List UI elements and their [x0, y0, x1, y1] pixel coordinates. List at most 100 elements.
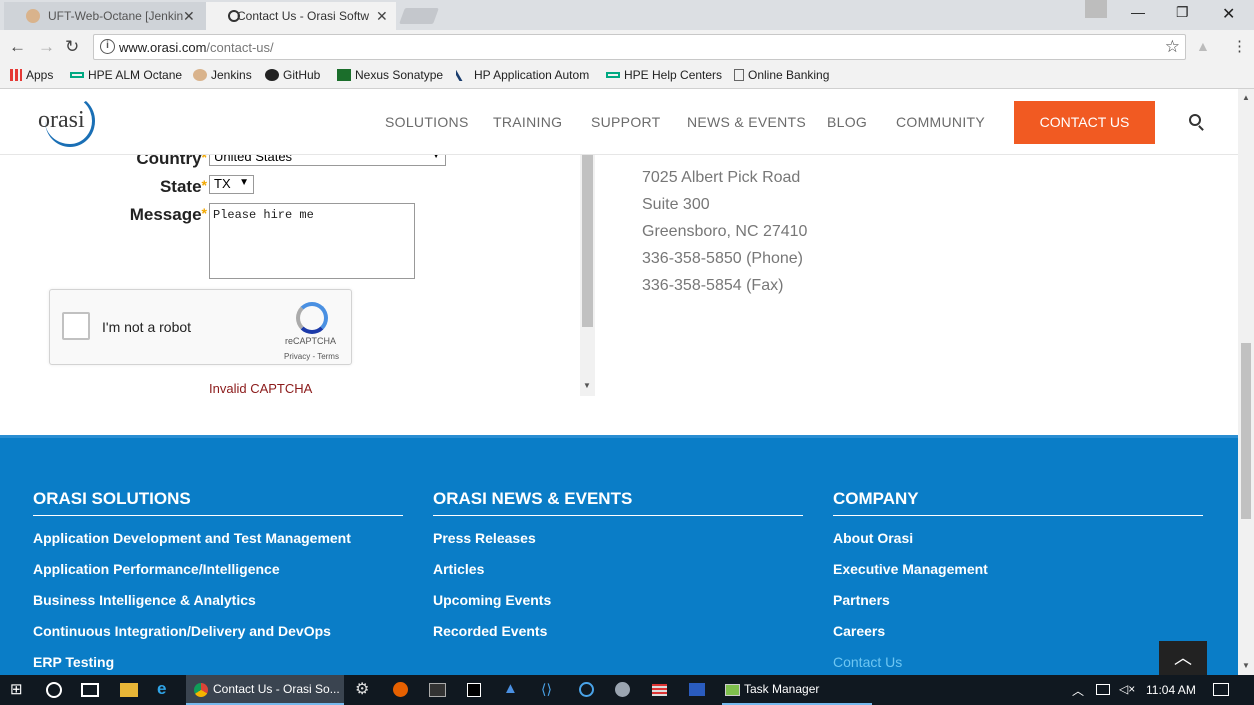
footer-news-heading: ORASI NEWS & EVENTS	[433, 489, 803, 516]
address-bar[interactable]: i www.orasi.com/contact-us/ ☆	[93, 34, 1186, 60]
footer-link[interactable]: Recorded Events	[433, 623, 547, 639]
file-explorer-icon[interactable]	[120, 683, 138, 697]
cmd-icon[interactable]	[429, 683, 446, 697]
page-scroll-thumb[interactable]	[1241, 343, 1251, 519]
footer-link[interactable]: Executive Management	[833, 561, 988, 577]
drive-icon[interactable]: ▲	[1196, 38, 1210, 54]
windows-start-icon[interactable]: ⊞	[10, 680, 28, 698]
scroll-up-icon[interactable]: ▲	[1242, 93, 1250, 102]
footer-link[interactable]: Upcoming Events	[433, 592, 551, 608]
footer-link[interactable]: Application Performance/Intelligence	[33, 561, 280, 577]
nav-training[interactable]: TRAINING	[493, 114, 562, 130]
hp-x-icon	[456, 69, 474, 81]
info-icon[interactable]: i	[100, 39, 115, 54]
footer-company-heading: COMPANY	[833, 489, 1203, 516]
close-window-icon[interactable]: ✕	[1222, 4, 1235, 24]
ie-icon[interactable]: e	[157, 679, 175, 698]
hpe-icon	[70, 72, 84, 78]
powershell-icon[interactable]	[689, 683, 705, 696]
reload-icon[interactable]: ↻	[65, 37, 79, 57]
minimize-icon[interactable]: —	[1131, 4, 1145, 20]
orasi-logo[interactable]: orasi	[38, 107, 85, 134]
back-to-top-button[interactable]: ︿	[1159, 641, 1207, 678]
settings-icon[interactable]: ⚙	[355, 679, 373, 698]
footer-link[interactable]: Careers	[833, 623, 885, 639]
new-tab-button[interactable]	[399, 8, 439, 24]
captcha-label: I'm not a robot	[102, 319, 192, 335]
nav-community[interactable]: COMMUNITY	[896, 114, 985, 130]
app-globe-icon[interactable]	[615, 682, 630, 697]
taskbar-chrome-label: Contact Us - Orasi So...	[213, 682, 340, 696]
restore-icon[interactable]: ❐	[1176, 4, 1189, 21]
menu-icon[interactable]: ⋮	[1232, 37, 1247, 55]
taskbar-chrome[interactable]: Contact Us - Orasi So...	[186, 675, 344, 705]
drive-icon[interactable]: ▲	[503, 680, 521, 698]
page-scrollbar[interactable]: ▲ ▼	[1238, 89, 1254, 675]
footer-link[interactable]: ERP Testing	[33, 654, 114, 670]
tab-contact-us[interactable]: Contact Us - Orasi Softw ✕	[206, 2, 396, 30]
footer-link[interactable]: Articles	[433, 561, 484, 577]
volume-muted-icon[interactable]: ◁×	[1119, 682, 1137, 700]
scroll-down-icon[interactable]: ▼	[1242, 661, 1250, 670]
bookmark-online-banking[interactable]: Online Banking	[734, 68, 829, 82]
search-icon[interactable]	[1189, 114, 1201, 126]
address-city: Greensboro, NC 27410	[642, 223, 808, 240]
back-icon[interactable]: ←	[9, 37, 26, 57]
footer-link[interactable]: Business Intelligence & Analytics	[33, 592, 256, 608]
bookmark-nexus-sonatype[interactable]: Nexus Sonatype	[337, 68, 443, 82]
task-view-icon[interactable]	[81, 683, 99, 697]
tray-chevron-icon[interactable]: ︿	[1072, 682, 1090, 700]
bookmark-github[interactable]: GitHub	[265, 68, 320, 82]
footer-link-contact-us[interactable]: Contact Us	[833, 654, 902, 670]
country-select[interactable]: United States ▼	[209, 155, 446, 166]
footer-link[interactable]: Partners	[833, 592, 890, 608]
state-select[interactable]: TX ▼	[209, 175, 254, 194]
intellij-icon[interactable]	[467, 683, 481, 697]
form-scroll-thumb[interactable]	[582, 155, 593, 327]
site-header: orasi SOLUTIONS TRAINING SUPPORT NEWS & …	[0, 89, 1238, 155]
apps-grid-icon	[10, 69, 22, 81]
address-phone: 336-358-5850 (Phone)	[642, 250, 804, 267]
browser-toolbar: ← → ↻ i www.orasi.com/contact-us/ ☆ ▲ ⋮	[0, 30, 1254, 64]
form-scrollbar[interactable]: ▼	[580, 155, 595, 396]
bookmark-hpe-help-centers[interactable]: HPE Help Centers	[606, 68, 722, 82]
contact-us-button[interactable]: CONTACT US	[1014, 101, 1155, 144]
firefox-icon[interactable]	[393, 682, 408, 697]
tab-jenkins[interactable]: UFT-Web-Octane [Jenkin ✕	[4, 2, 210, 30]
captcha-terms-link[interactable]: Privacy - Terms	[284, 352, 339, 361]
jenkins-icon	[26, 9, 40, 23]
bookmark-jenkins[interactable]: Jenkins	[193, 68, 252, 82]
nav-blog[interactable]: BLOG	[827, 114, 867, 130]
bookmark-hp-application[interactable]: HP Application Autom	[456, 68, 591, 82]
windows-taskbar: ⊞ e Contact Us - Orasi So... ⚙ ▲ ⟨⟩ Task…	[0, 675, 1254, 705]
page-icon	[734, 69, 744, 81]
bookmark-hpe-alm-octane[interactable]: HPE ALM Octane	[70, 68, 182, 82]
footer-link[interactable]: Application Development and Test Managem…	[33, 530, 351, 546]
vscode-icon[interactable]: ⟨⟩	[541, 681, 559, 699]
network-icon[interactable]	[1096, 684, 1110, 695]
profile-icon[interactable]	[1085, 0, 1107, 18]
forward-icon[interactable]: →	[38, 37, 55, 57]
close-tab-icon[interactable]: ✕	[183, 8, 195, 25]
notifications-icon[interactable]	[1213, 683, 1229, 696]
address-street: 7025 Albert Pick Road	[642, 169, 801, 186]
taskbar-task-manager[interactable]: Task Manager	[722, 675, 872, 705]
nav-solutions[interactable]: SOLUTIONS	[385, 114, 469, 130]
footer-link[interactable]: Press Releases	[433, 530, 536, 546]
bookmark-star-icon[interactable]: ☆	[1165, 37, 1180, 57]
bookmark-apps[interactable]: Apps	[10, 68, 53, 82]
footer-link[interactable]: About Orasi	[833, 530, 913, 546]
app-stack-icon[interactable]	[652, 684, 667, 696]
cortana-icon[interactable]	[46, 682, 62, 698]
nav-news-events[interactable]: NEWS & EVENTS	[687, 114, 806, 130]
message-textarea[interactable]: Please hire me	[209, 203, 415, 279]
scroll-down-icon[interactable]: ▼	[583, 381, 591, 390]
app-circle-icon[interactable]	[579, 682, 594, 697]
country-label: Country*	[136, 155, 207, 168]
tab-strip: UFT-Web-Octane [Jenkin ✕ Contact Us - Or…	[0, 0, 1254, 30]
captcha-checkbox[interactable]	[62, 312, 90, 340]
site-footer: ORASI SOLUTIONS Application Development …	[0, 435, 1238, 678]
close-tab-icon[interactable]: ✕	[376, 8, 388, 25]
nav-support[interactable]: SUPPORT	[591, 114, 661, 130]
footer-link[interactable]: Continuous Integration/Delivery and DevO…	[33, 623, 331, 639]
